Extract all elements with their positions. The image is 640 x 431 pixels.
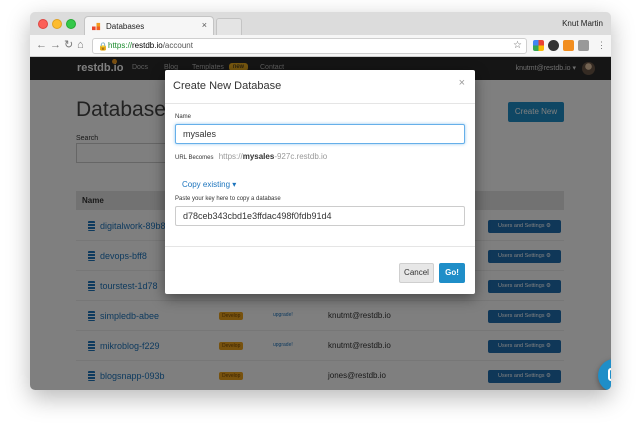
url-preview: URL Becomes https://mysales-927c.restdb.… <box>175 152 327 161</box>
address-url: https://restdb.io/account <box>108 41 193 50</box>
modal-header-divider <box>165 103 475 104</box>
modal-footer-divider <box>165 246 475 247</box>
reload-icon[interactable]: ↻ <box>64 38 73 52</box>
url-becomes-label: URL Becomes <box>175 155 214 161</box>
tab-close-icon[interactable]: × <box>202 20 207 30</box>
browser-toolbar: ← → ↻ ⌂ 🔒 https://restdb.io/account ☆ ⋮ <box>30 35 611 57</box>
forward-arrow-icon[interactable]: → <box>50 38 61 52</box>
extension-icon[interactable] <box>533 40 544 51</box>
cancel-button[interactable]: Cancel <box>399 263 434 283</box>
profile-name[interactable]: Knut Martin <box>562 19 603 28</box>
bookmark-star-icon[interactable]: ☆ <box>513 39 522 53</box>
maximize-window-button[interactable] <box>66 19 76 29</box>
tab-strip: Databases × Knut Martin <box>30 12 611 35</box>
new-tab-button[interactable] <box>216 18 242 35</box>
menu-dots-icon[interactable]: ⋮ <box>597 38 606 52</box>
restdb-favicon-icon <box>92 22 101 31</box>
chat-icon <box>608 368 611 381</box>
rss-icon[interactable] <box>563 40 574 51</box>
close-window-button[interactable] <box>38 19 48 29</box>
url-db-name: mysales <box>242 152 275 161</box>
name-label: Name <box>175 114 192 120</box>
home-icon[interactable]: ⌂ <box>77 38 84 52</box>
lock-icon: 🔒 <box>98 42 108 51</box>
modal-title: Create New Database <box>173 80 282 92</box>
tab-title: Databases <box>106 22 145 31</box>
url-suffix: -927c.restdb.io <box>274 152 328 161</box>
url-scheme: https:// <box>218 152 243 161</box>
close-icon[interactable]: × <box>459 77 465 89</box>
browser-tab[interactable]: Databases × <box>84 16 214 35</box>
database-name-input[interactable] <box>175 124 465 144</box>
copy-existing-toggle[interactable]: Copy existing ▾ <box>182 180 236 189</box>
key-label: Paste your key here to copy a database <box>175 196 281 202</box>
copy-key-input[interactable] <box>175 206 465 226</box>
go-button[interactable]: Go! <box>439 263 465 283</box>
address-bar[interactable]: 🔒 https://restdb.io/account ☆ <box>92 38 527 54</box>
cast-icon[interactable] <box>578 40 589 51</box>
create-database-modal: Create New Database × Name URL Becomes h… <box>165 70 475 294</box>
minimize-window-button[interactable] <box>52 19 62 29</box>
back-arrow-icon[interactable]: ← <box>36 38 47 52</box>
pocket-icon[interactable] <box>548 40 559 51</box>
